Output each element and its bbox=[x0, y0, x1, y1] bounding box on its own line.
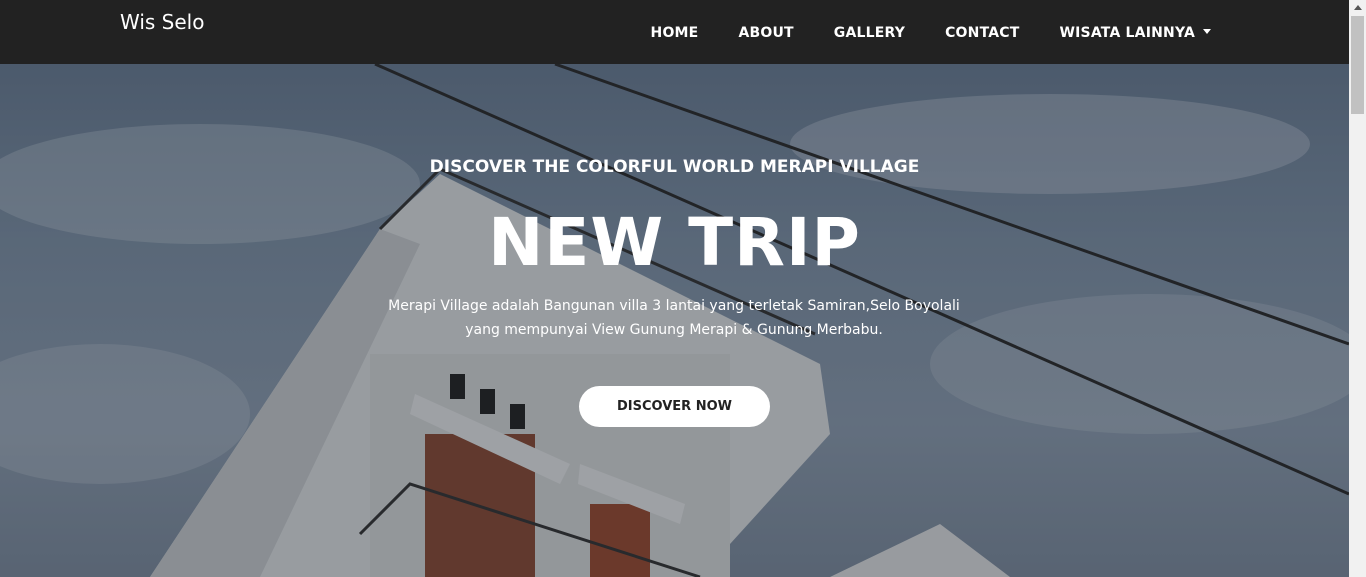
caret-down-icon bbox=[1203, 29, 1211, 34]
hero-description-line-1: Merapi Village adalah Bangunan villa 3 l… bbox=[388, 298, 960, 314]
scrollbar-thumb[interactable] bbox=[1351, 16, 1364, 114]
hero-description-line-2: yang mempunyai View Gunung Merapi & Gunu… bbox=[465, 322, 883, 338]
nav-wisata-lainnya-dropdown[interactable]: WISATA LAINNYA bbox=[1059, 25, 1211, 41]
nav-about[interactable]: ABOUT bbox=[738, 25, 793, 41]
page-scrollbar[interactable] bbox=[1349, 0, 1366, 577]
nav-home[interactable]: HOME bbox=[651, 25, 699, 41]
navbar: Wis Selo HOME ABOUT GALLERY CONTACT WISA… bbox=[0, 0, 1349, 64]
scroll-up-arrow-icon[interactable] bbox=[1354, 5, 1362, 10]
brand-logo[interactable]: Wis Selo bbox=[120, 10, 204, 34]
hero-title: NEW TRIP bbox=[488, 204, 861, 281]
nav-menu: HOME ABOUT GALLERY CONTACT WISATA LAINNY… bbox=[611, 22, 1211, 41]
nav-contact[interactable]: CONTACT bbox=[945, 25, 1019, 41]
nav-gallery[interactable]: GALLERY bbox=[834, 25, 905, 41]
hero-subtitle: DISCOVER THE COLORFUL WORLD MERAPI VILLA… bbox=[429, 157, 920, 177]
nav-wisata-lainnya-label: WISATA LAINNYA bbox=[1059, 25, 1195, 41]
hero-description: Merapi Village adalah Bangunan villa 3 l… bbox=[374, 294, 974, 342]
discover-now-button[interactable]: DISCOVER NOW bbox=[579, 386, 770, 427]
hero-section: DISCOVER THE COLORFUL WORLD MERAPI VILLA… bbox=[0, 64, 1349, 577]
